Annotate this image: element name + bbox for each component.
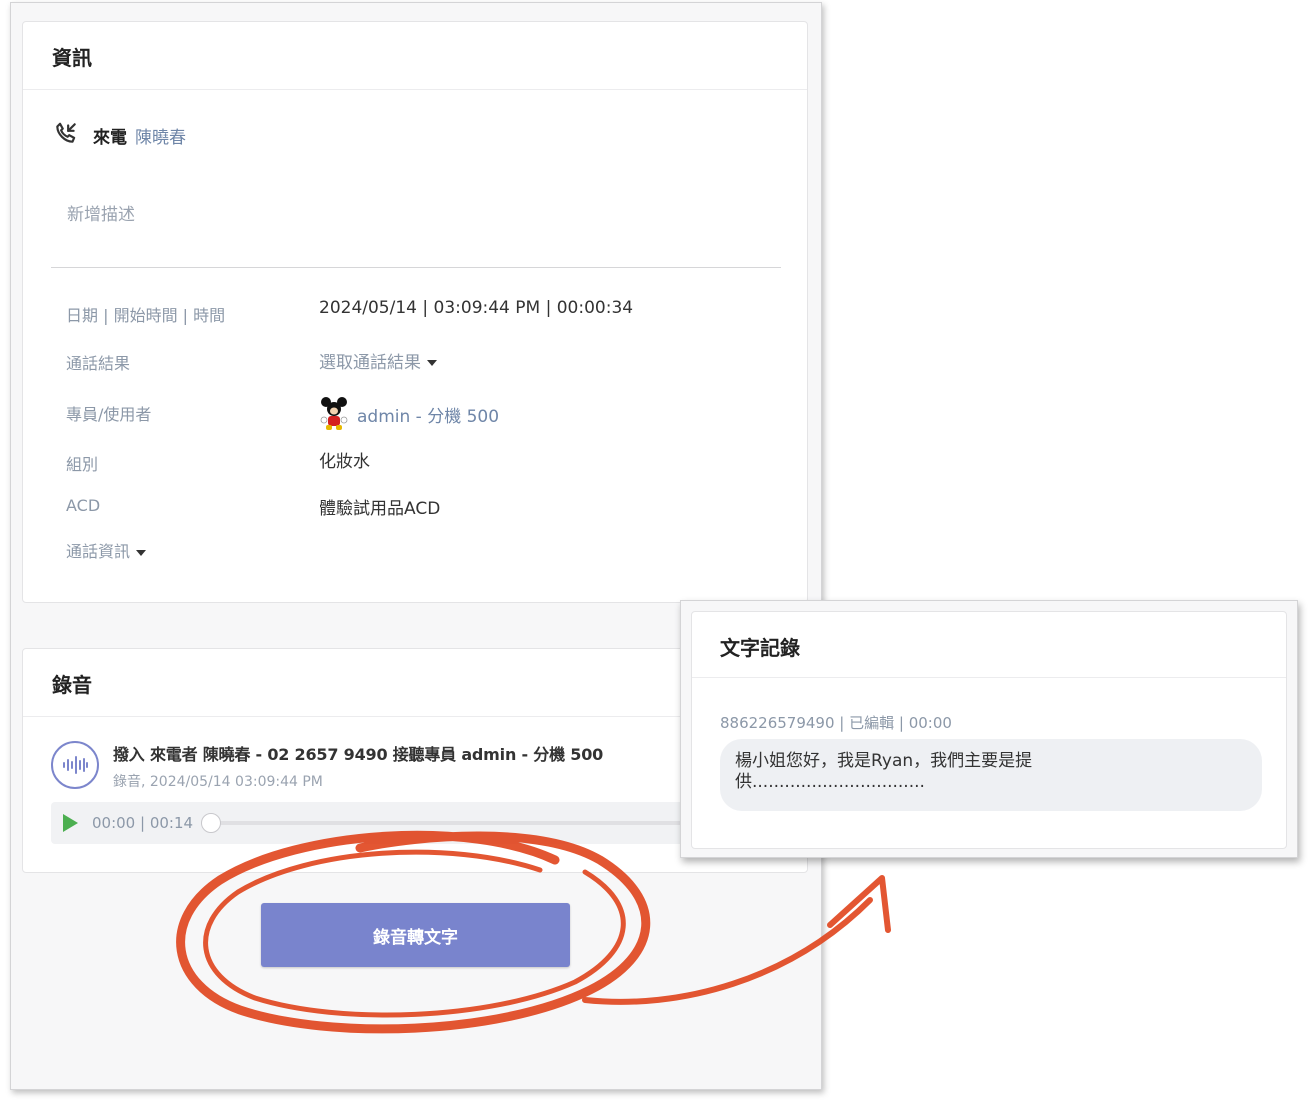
call-detail-panel: 資訊 來電 陳曉春 新增描述 日期 | 開始時間 | 時間 2024/05/14…	[10, 2, 822, 1090]
agent-value: admin - 分機 500	[357, 406, 500, 427]
transcript-panel: 文字記錄 886226579490 | 已編輯 | 00:00 楊小姐您好，我是…	[680, 600, 1298, 858]
recording-item: 撥入 來電者 陳曉春 - 02 2657 9490 接聽專員 admin - 分…	[51, 741, 603, 791]
agent-label: 專員/使用者	[66, 405, 152, 424]
group-value: 化妝水	[319, 452, 370, 472]
call-info-label: 通話資訊	[66, 542, 131, 561]
caret-down-icon	[427, 360, 437, 366]
caret-down-icon	[136, 549, 147, 556]
group-label: 組別	[66, 455, 99, 474]
datetime-value: 2024/05/14 | 03:09:44 PM | 00:00:34	[319, 298, 634, 318]
recording-meta: 錄音, 2024/05/14 03:09:44 PM	[113, 774, 323, 790]
play-icon[interactable]	[63, 814, 78, 832]
agent-row: admin - 分機 500	[319, 396, 499, 432]
playback-time: 00:00 | 00:14	[92, 814, 194, 832]
call-result-label: 通話結果	[66, 354, 131, 373]
transcript-line: 供................................	[735, 772, 925, 792]
info-card-title: 資訊	[23, 22, 807, 90]
add-description-field[interactable]: 新增描述	[67, 200, 135, 225]
agent-avatar	[319, 396, 349, 432]
audio-wave-icon	[51, 741, 99, 789]
speech-to-text-button[interactable]: 錄音轉文字	[261, 903, 570, 967]
recording-description: 撥入 來電者 陳曉春 - 02 2657 9490 接聽專員 admin - 分…	[113, 745, 604, 764]
progress-knob[interactable]	[201, 813, 222, 833]
transcript-title: 文字記錄	[692, 612, 1286, 678]
call-direction-row: 來電 陳曉春	[53, 120, 186, 150]
call-info-toggle[interactable]: 通話資訊	[66, 538, 147, 562]
caller-name-link[interactable]: 陳曉春	[135, 123, 186, 148]
stage: 資訊 來電 陳曉春 新增描述 日期 | 開始時間 | 時間 2024/05/14…	[0, 0, 1308, 1106]
call-direction-label: 來電	[93, 127, 127, 148]
info-card: 資訊 來電 陳曉春 新增描述 日期 | 開始時間 | 時間 2024/05/14…	[22, 21, 808, 603]
datetime-label: 日期 | 開始時間 | 時間	[66, 306, 226, 325]
incoming-call-icon	[53, 120, 79, 150]
acd-label: ACD	[66, 496, 101, 515]
call-result-value: 選取通話結果	[319, 353, 421, 373]
transcript-line: 楊小姐您好，我是Ryan，我們主要是提	[735, 751, 1033, 771]
arrowhead-icon	[827, 875, 891, 933]
transcript-entry-meta: 886226579490 | 已編輯 | 00:00	[720, 714, 952, 732]
call-result-dropdown[interactable]: 選取通話結果	[319, 348, 437, 373]
transcript-card: 文字記錄 886226579490 | 已編輯 | 00:00 楊小姐您好，我是…	[691, 611, 1287, 849]
transcript-bubble: 楊小姐您好，我是Ryan，我們主要是提 供...................…	[720, 739, 1262, 811]
acd-value: 體驗試用品ACD	[319, 499, 441, 519]
divider	[51, 267, 781, 268]
